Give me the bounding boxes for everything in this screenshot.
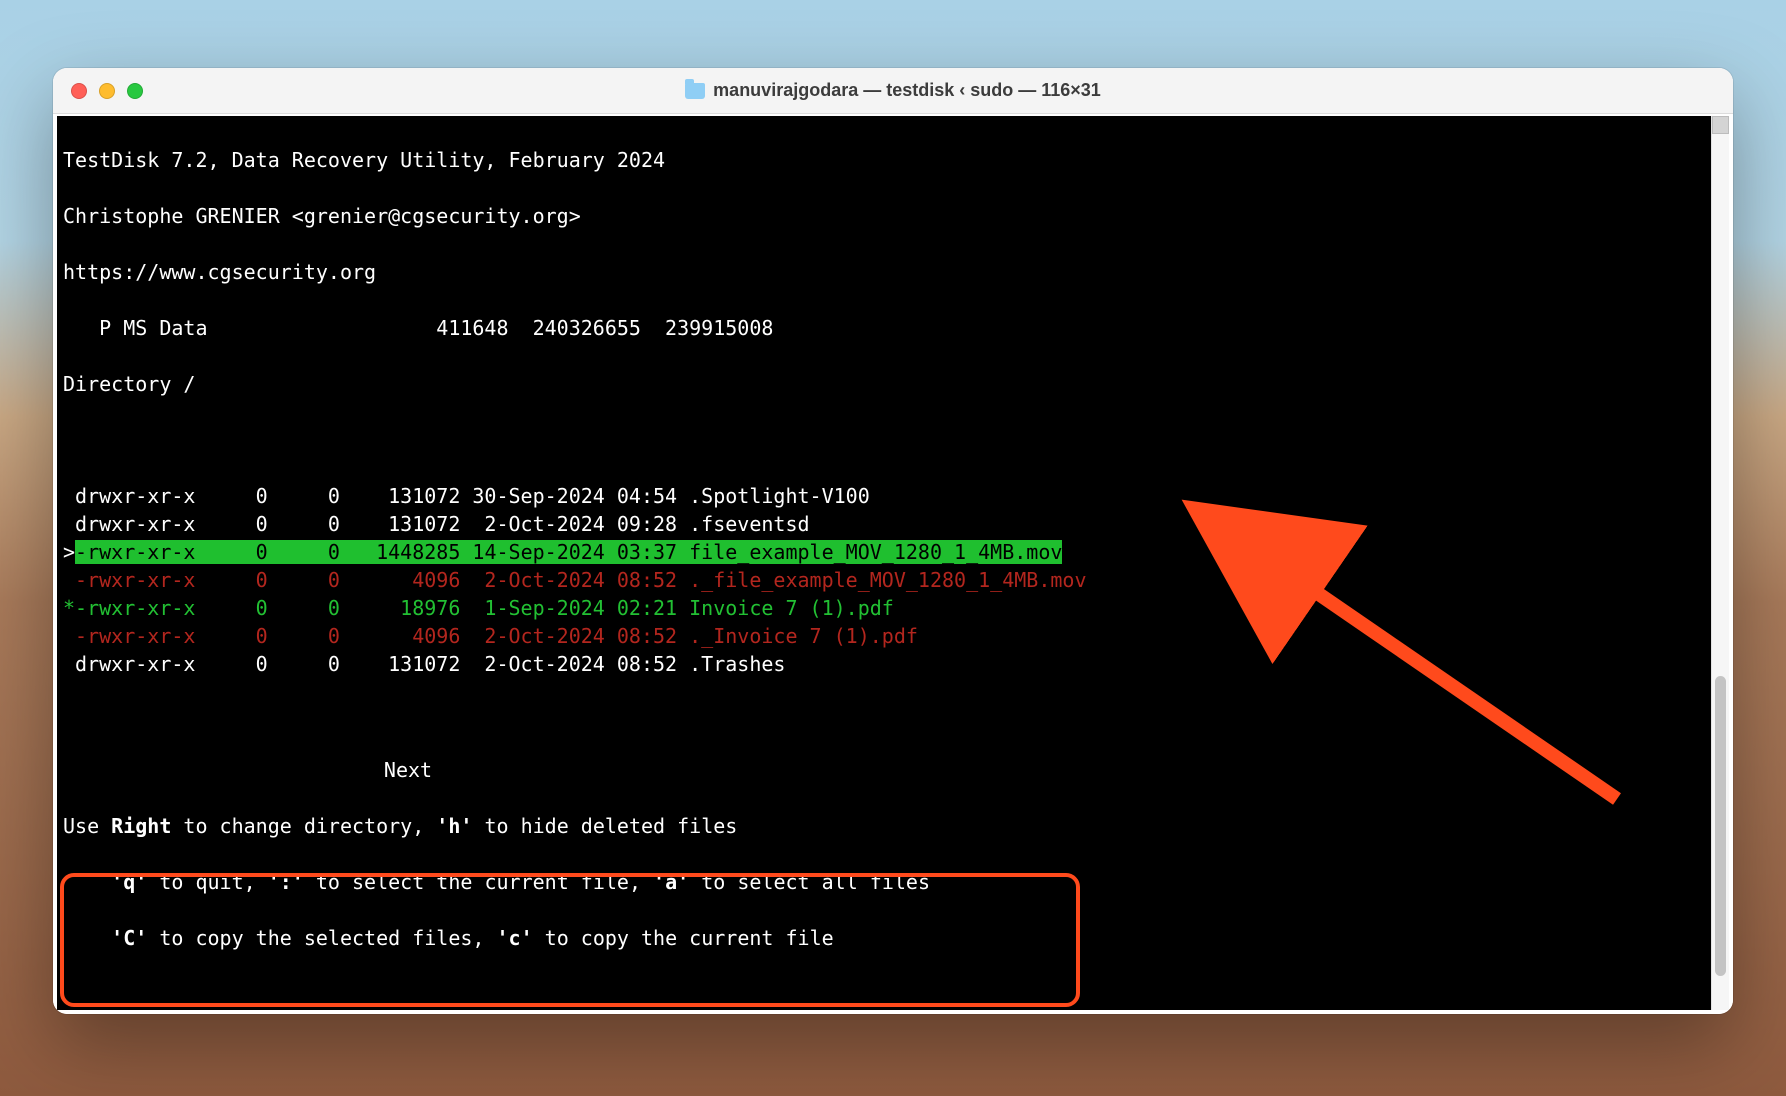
help-footer: Next Use Right to change directory, 'h' … xyxy=(63,728,1705,1008)
file-row[interactable]: drwxr-xr-x 0 0 131072 30-Sep-2024 04:54 … xyxy=(63,482,1705,510)
file-row[interactable]: drwxr-xr-x 0 0 131072 2-Oct-2024 09:28 .… xyxy=(63,510,1705,538)
scrollbar[interactable] xyxy=(1711,116,1729,1010)
window-title-text: manuvirajgodara — testdisk ‹ sudo — 116×… xyxy=(713,80,1101,101)
header-line: Christophe GRENIER <grenier@cgsecurity.o… xyxy=(63,202,1705,230)
window-controls xyxy=(71,83,143,99)
header-line: https://www.cgsecurity.org xyxy=(63,258,1705,286)
window-title: manuvirajgodara — testdisk ‹ sudo — 116×… xyxy=(53,80,1733,101)
terminal-output[interactable]: TestDisk 7.2, Data Recovery Utility, Feb… xyxy=(57,116,1711,1010)
directory-line: Directory / xyxy=(63,370,1705,398)
scrollbar-track-button[interactable] xyxy=(1712,116,1729,134)
maximize-icon[interactable] xyxy=(127,83,143,99)
footer-line-3: 'C' to copy the selected files, 'c' to c… xyxy=(63,924,1705,952)
close-icon[interactable] xyxy=(71,83,87,99)
blank-line xyxy=(63,426,1705,454)
footer-line-2: 'q' to quit, ':' to select the current f… xyxy=(63,868,1705,896)
footer-next: Next xyxy=(63,756,753,784)
file-row[interactable]: *-rwxr-xr-x 0 0 18976 1-Sep-2024 02:21 I… xyxy=(63,594,1705,622)
footer-line-1: Use Right to change directory, 'h' to hi… xyxy=(63,812,1705,840)
minimize-icon[interactable] xyxy=(99,83,115,99)
folder-icon xyxy=(685,83,705,99)
file-row[interactable]: drwxr-xr-x 0 0 131072 2-Oct-2024 08:52 .… xyxy=(63,650,1705,678)
file-row[interactable]: >-rwxr-xr-x 0 0 1448285 14-Sep-2024 03:3… xyxy=(63,538,1705,566)
desktop-background: manuvirajgodara — testdisk ‹ sudo — 116×… xyxy=(0,0,1786,1096)
file-row[interactable]: -rwxr-xr-x 0 0 4096 2-Oct-2024 08:52 ._I… xyxy=(63,622,1705,650)
file-row[interactable]: -rwxr-xr-x 0 0 4096 2-Oct-2024 08:52 ._f… xyxy=(63,566,1705,594)
window-titlebar[interactable]: manuvirajgodara — testdisk ‹ sudo — 116×… xyxy=(53,68,1733,114)
scrollbar-thumb[interactable] xyxy=(1715,676,1726,976)
partition-line: P MS Data 411648 240326655 239915008 xyxy=(63,314,1705,342)
terminal-window: manuvirajgodara — testdisk ‹ sudo — 116×… xyxy=(53,68,1733,1014)
header-line: TestDisk 7.2, Data Recovery Utility, Feb… xyxy=(63,146,1705,174)
